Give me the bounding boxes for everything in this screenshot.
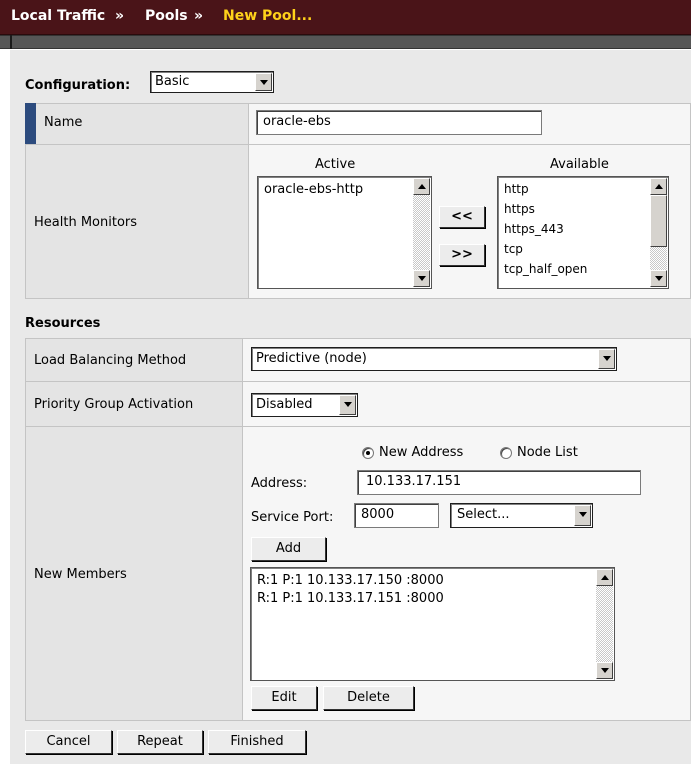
new-address-radio[interactable]: [362, 447, 374, 459]
cancel-button[interactable]: Cancel: [25, 730, 112, 754]
list-item[interactable]: R:1 P:1 10.133.17.150 :8000: [257, 573, 444, 588]
list-item[interactable]: oracle-ebs-http: [264, 182, 363, 197]
address-input[interactable]: 10.133.17.151: [357, 470, 641, 495]
node-list-radio[interactable]: [500, 447, 512, 459]
lb-method-select[interactable]: Predictive (node): [251, 347, 617, 371]
scrollbar[interactable]: [413, 178, 430, 287]
scroll-down-icon[interactable]: [650, 270, 667, 287]
breadcrumb-separator: »: [194, 8, 204, 24]
scroll-down-icon[interactable]: [413, 270, 430, 287]
remove-monitor-button[interactable]: >>: [439, 244, 485, 266]
list-item[interactable]: https_443: [504, 222, 564, 236]
list-item[interactable]: http: [504, 182, 529, 196]
list-item[interactable]: https: [504, 202, 535, 216]
scrollbar[interactable]: [596, 569, 613, 679]
scroll-down-icon[interactable]: [596, 662, 613, 679]
priority-value: Disabled: [256, 397, 313, 412]
new-members-label: New Members: [34, 567, 127, 582]
lb-method-value: Predictive (node): [256, 351, 367, 366]
scrollbar[interactable]: [650, 178, 667, 287]
service-port-select-value: Select...: [457, 507, 510, 522]
finished-button[interactable]: Finished: [208, 730, 306, 754]
breadcrumb-pools[interactable]: Pools: [145, 8, 188, 24]
chevron-down-icon[interactable]: [255, 73, 272, 91]
lb-method-label: Load Balancing Method: [34, 353, 187, 368]
sub-menu-tab: [10, 35, 12, 49]
add-monitor-button[interactable]: <<: [439, 206, 485, 228]
name-input[interactable]: oracle-ebs: [256, 110, 542, 135]
add-member-button[interactable]: Add: [251, 537, 326, 561]
service-port-input[interactable]: 8000: [354, 503, 439, 528]
configuration-value: Basic: [155, 74, 190, 89]
available-monitors-list[interactable]: http https https_443 tcp tcp_half_open: [497, 176, 669, 289]
scroll-up-icon[interactable]: [596, 569, 613, 586]
list-item[interactable]: R:1 P:1 10.133.17.151 :8000: [257, 591, 444, 606]
delete-member-button[interactable]: Delete: [323, 686, 414, 710]
name-value: oracle-ebs: [263, 114, 331, 129]
configuration-select[interactable]: Basic: [150, 71, 274, 93]
service-port-value: 8000: [361, 507, 395, 522]
service-port-label: Service Port:: [251, 510, 334, 525]
address-value: 10.133.17.151: [366, 474, 462, 489]
edit-member-button[interactable]: Edit: [251, 686, 317, 710]
chevron-down-icon[interactable]: [598, 349, 615, 369]
list-item[interactable]: tcp_half_open: [504, 262, 587, 276]
chevron-down-icon[interactable]: [574, 505, 591, 526]
sub-menu-bar: [0, 35, 691, 49]
configuration-label: Configuration:: [25, 78, 131, 93]
breadcrumb-separator: »: [115, 8, 125, 24]
resources-header: Resources: [25, 316, 101, 331]
required-marker: [25, 103, 36, 145]
scroll-thumb[interactable]: [650, 195, 667, 247]
priority-label: Priority Group Activation: [34, 397, 194, 412]
address-label: Address:: [251, 476, 308, 491]
available-header: Available: [550, 157, 609, 172]
list-item[interactable]: tcp: [504, 242, 523, 256]
health-monitors-label: Health Monitors: [34, 215, 138, 230]
repeat-button[interactable]: Repeat: [117, 730, 203, 754]
service-port-select[interactable]: Select...: [450, 503, 593, 528]
name-label: Name: [44, 115, 83, 130]
active-header: Active: [315, 157, 356, 172]
active-monitors-list[interactable]: oracle-ebs-http: [257, 176, 432, 289]
scroll-up-icon[interactable]: [413, 178, 430, 195]
breadcrumb-current: New Pool...: [223, 8, 313, 24]
chevron-down-icon[interactable]: [339, 395, 356, 415]
node-list-label: Node List: [517, 445, 578, 460]
breadcrumb: Local Traffic » Pools » New Pool...: [0, 0, 691, 35]
priority-select[interactable]: Disabled: [251, 393, 358, 417]
new-address-label: New Address: [379, 445, 464, 460]
members-list[interactable]: R:1 P:1 10.133.17.150 :8000 R:1 P:1 10.1…: [250, 567, 615, 681]
breadcrumb-local-traffic[interactable]: Local Traffic: [11, 8, 105, 24]
scroll-up-icon[interactable]: [650, 178, 667, 195]
